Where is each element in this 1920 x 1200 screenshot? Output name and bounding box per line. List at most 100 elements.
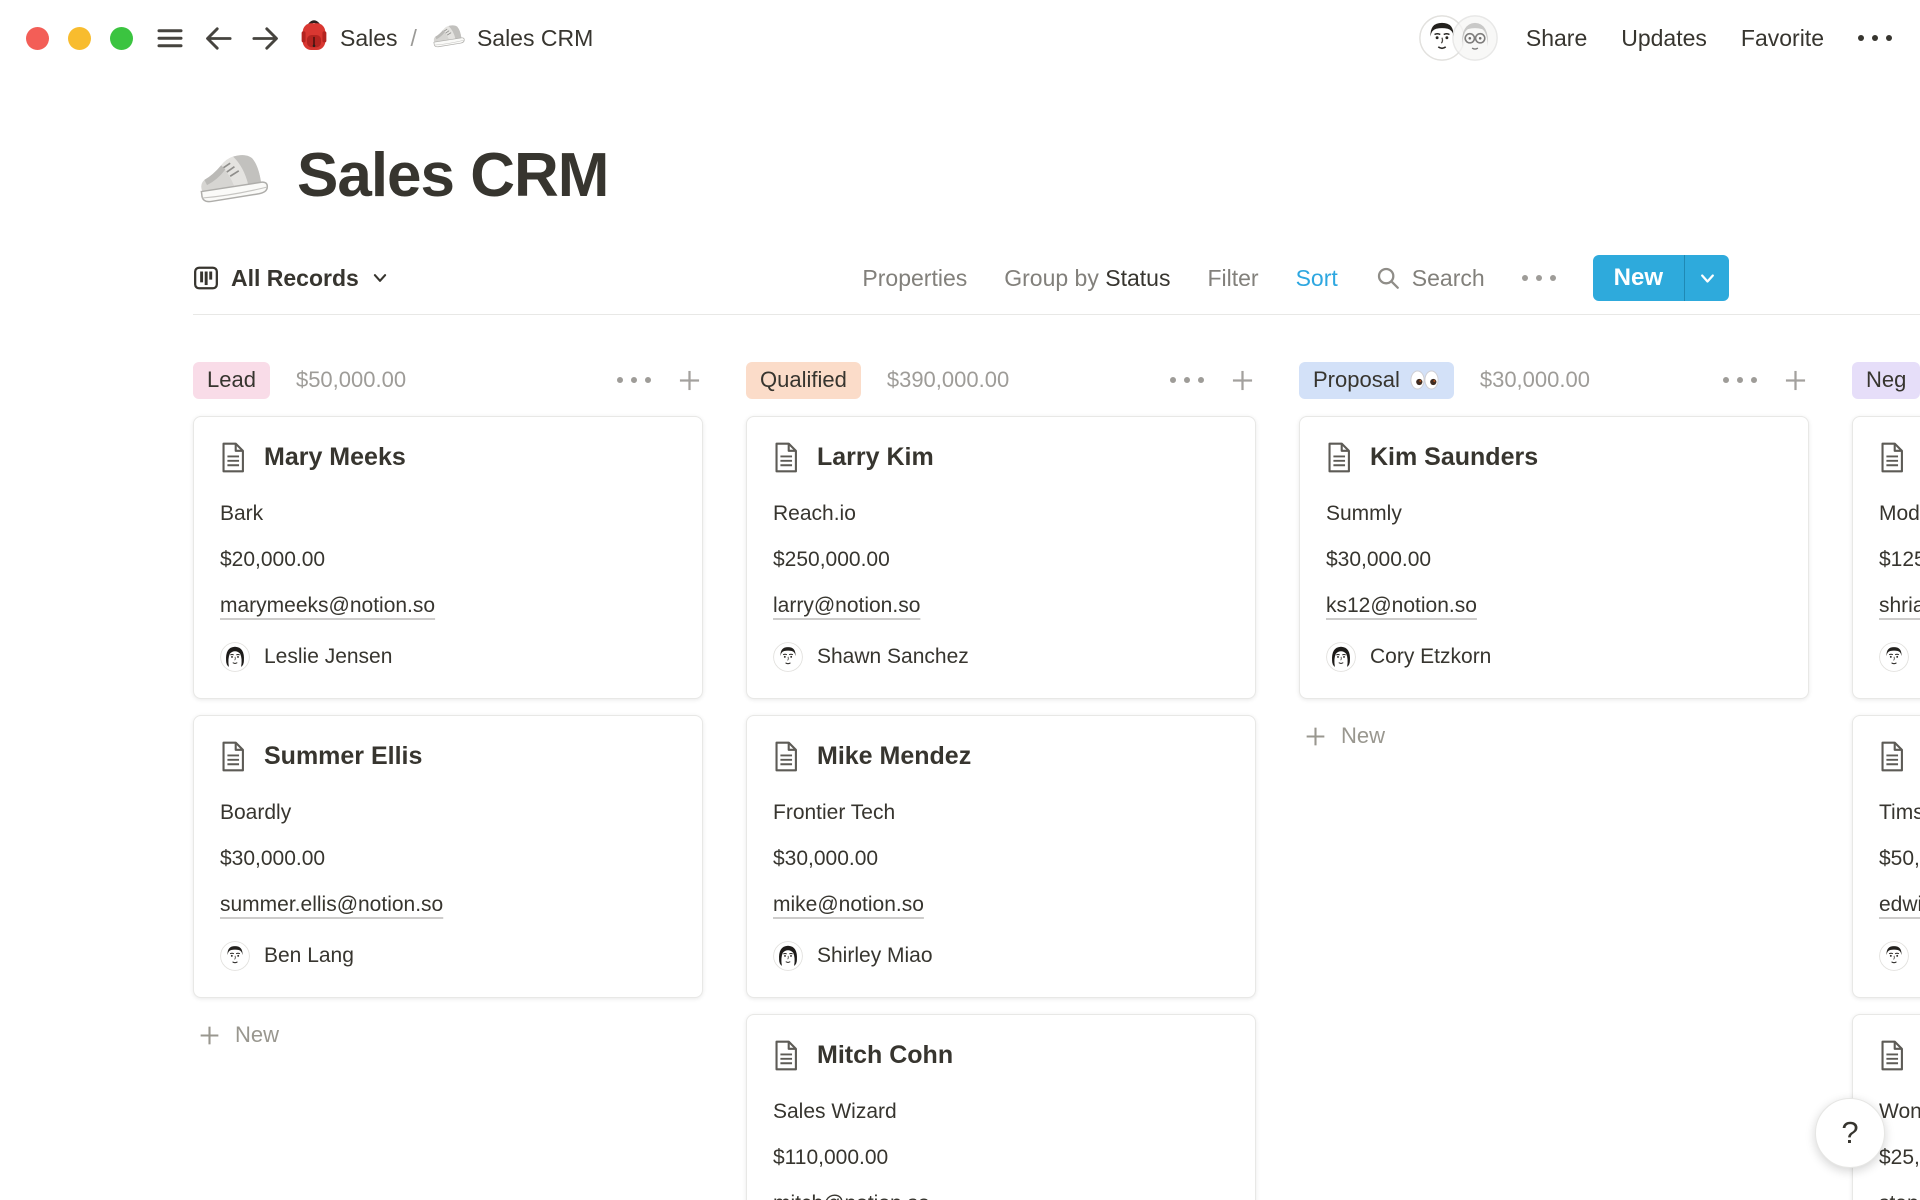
record-card[interactable]: S Mod $125 shria E — [1852, 416, 1920, 699]
column-more-icon[interactable] — [1723, 377, 1757, 383]
new-record-dropdown-button[interactable] — [1684, 255, 1729, 301]
close-window-button[interactable] — [26, 27, 49, 50]
record-card[interactable]: Mary Meeks Bark $20,000.00 marymeeks@not… — [193, 416, 703, 699]
search-label: Search — [1412, 265, 1485, 292]
page-icon — [220, 741, 247, 772]
group-by-button[interactable]: Group by Status — [1004, 265, 1170, 292]
group-by-value: Status — [1105, 265, 1170, 291]
page-icon — [773, 1040, 800, 1071]
share-button[interactable]: Share — [1526, 25, 1587, 52]
status-badge[interactable]: Neg — [1852, 362, 1920, 399]
properties-button[interactable]: Properties — [862, 265, 967, 292]
search-button[interactable]: Search — [1375, 265, 1485, 292]
backpack-icon — [299, 18, 329, 58]
sidebar-menu-icon[interactable] — [155, 23, 185, 53]
updates-button[interactable]: Updates — [1621, 25, 1707, 52]
column-sum[interactable]: $390,000.00 — [887, 367, 1009, 393]
search-icon — [1375, 265, 1401, 291]
record-amount: $25, — [1879, 1144, 1920, 1171]
status-badge[interactable]: Lead — [193, 362, 270, 399]
column-more-icon[interactable] — [1170, 377, 1204, 383]
record-email[interactable]: edwi — [1879, 891, 1920, 918]
page-title: Sales CRM — [297, 140, 608, 211]
breadcrumb-workspace[interactable]: Sales — [340, 25, 398, 52]
column-add-icon[interactable] — [1782, 367, 1809, 394]
column-actions — [1170, 367, 1256, 394]
page-sneaker-icon[interactable] — [193, 145, 271, 207]
column-sum[interactable]: $50,000.00 — [296, 367, 406, 393]
page-icon — [1879, 1040, 1906, 1071]
column-sum[interactable]: $30,000.00 — [1480, 367, 1590, 393]
add-card-button[interactable]: New — [193, 1014, 703, 1056]
record-amount: $30,000.00 — [1326, 546, 1782, 573]
record-amount: $125 — [1879, 546, 1920, 573]
record-email[interactable]: stan — [1879, 1190, 1920, 1200]
column-actions — [1723, 367, 1809, 394]
record-amount: $50, — [1879, 845, 1920, 872]
zoom-window-button[interactable] — [110, 27, 133, 50]
favorite-button[interactable]: Favorite — [1741, 25, 1824, 52]
column-header: Proposal $30,000.00 — [1299, 361, 1809, 399]
record-card[interactable]: Mitch Cohn Sales Wizard $110,000.00 mitc… — [746, 1014, 1256, 1200]
view-toolbar: All Records Properties Group by Status F… — [193, 255, 1729, 301]
record-email[interactable]: summer.ellis@notion.so — [220, 891, 676, 918]
collaborator-avatar-2[interactable] — [1452, 15, 1498, 61]
column-actions — [617, 367, 703, 394]
owner-name: Cory Etzkorn — [1370, 645, 1491, 669]
view-switcher[interactable]: All Records — [193, 265, 389, 292]
history-nav — [203, 23, 281, 54]
record-card[interactable]: E Tims $50, edwi H — [1852, 715, 1920, 998]
record-amount: $30,000.00 — [220, 845, 676, 872]
page-icon — [220, 442, 247, 473]
record-email[interactable]: shria — [1879, 592, 1920, 619]
record-owner: H — [1879, 941, 1920, 971]
record-company: Summly — [1326, 500, 1782, 527]
collaborator-avatars[interactable] — [1419, 15, 1498, 61]
owner-avatar — [773, 941, 803, 971]
add-card-button[interactable]: New — [1299, 715, 1809, 757]
record-card[interactable]: Kim Saunders Summly $30,000.00 ks12@noti… — [1299, 416, 1809, 699]
new-record-button[interactable]: New — [1593, 255, 1684, 301]
record-email[interactable]: marymeeks@notion.so — [220, 592, 676, 619]
record-card[interactable]: Larry Kim Reach.io $250,000.00 larry@not… — [746, 416, 1256, 699]
status-badge[interactable]: Proposal — [1299, 362, 1454, 399]
breadcrumb: Sales / Sales CRM — [299, 18, 593, 58]
record-company: Frontier Tech — [773, 799, 1229, 826]
record-card[interactable]: Mike Mendez Frontier Tech $30,000.00 mik… — [746, 715, 1256, 998]
record-email[interactable]: mike@notion.so — [773, 891, 1229, 918]
record-title: Kim Saunders — [1370, 439, 1538, 475]
record-company: Tims — [1879, 799, 1920, 826]
more-options-icon[interactable] — [1858, 35, 1892, 41]
help-button[interactable]: ? — [1815, 1098, 1885, 1168]
minimize-window-button[interactable] — [68, 27, 91, 50]
record-owner: E — [1879, 642, 1920, 672]
column-add-icon[interactable] — [1229, 367, 1256, 394]
record-card[interactable]: Summer Ellis Boardly $30,000.00 summer.e… — [193, 715, 703, 998]
breadcrumb-page[interactable]: Sales CRM — [477, 25, 593, 52]
sneaker-icon — [430, 21, 466, 55]
owner-avatar — [220, 642, 250, 672]
column-proposal: Proposal $30,000.00 Kim Saunders Summly … — [1299, 361, 1809, 757]
column-negotiation: Neg S Mod $125 shria E E — [1852, 361, 1920, 1200]
filter-button[interactable]: Filter — [1207, 265, 1258, 292]
page-title-row: Sales CRM — [193, 140, 1729, 211]
record-email[interactable]: ks12@notion.so — [1326, 592, 1782, 619]
view-more-options-icon[interactable] — [1522, 275, 1556, 281]
page-icon — [773, 741, 800, 772]
status-badge[interactable]: Qualified — [746, 362, 861, 399]
column-add-icon[interactable] — [676, 367, 703, 394]
page-head: Sales CRM All Records Properties Group b… — [0, 76, 1920, 301]
breadcrumb-separator: / — [409, 25, 419, 52]
forward-arrow-icon[interactable] — [250, 23, 281, 54]
record-title: Summer Ellis — [264, 738, 422, 774]
column-lead: Lead $50,000.00 Mary Meeks Bark $20,000.… — [193, 361, 703, 1056]
record-company: Sales Wizard — [773, 1098, 1229, 1125]
column-qualified: Qualified $390,000.00 Larry Kim Reach.io… — [746, 361, 1256, 1200]
toolbar-actions: Properties Group by Status Filter Sort S… — [862, 255, 1729, 301]
sort-button[interactable]: Sort — [1296, 265, 1338, 292]
record-email[interactable]: mitch@notion.so — [773, 1190, 1229, 1200]
column-more-icon[interactable] — [617, 377, 651, 383]
notion-window: Sales / Sales CRM Share Updates Favorite… — [0, 0, 1920, 1200]
record-email[interactable]: larry@notion.so — [773, 592, 1229, 619]
back-arrow-icon[interactable] — [203, 23, 234, 54]
